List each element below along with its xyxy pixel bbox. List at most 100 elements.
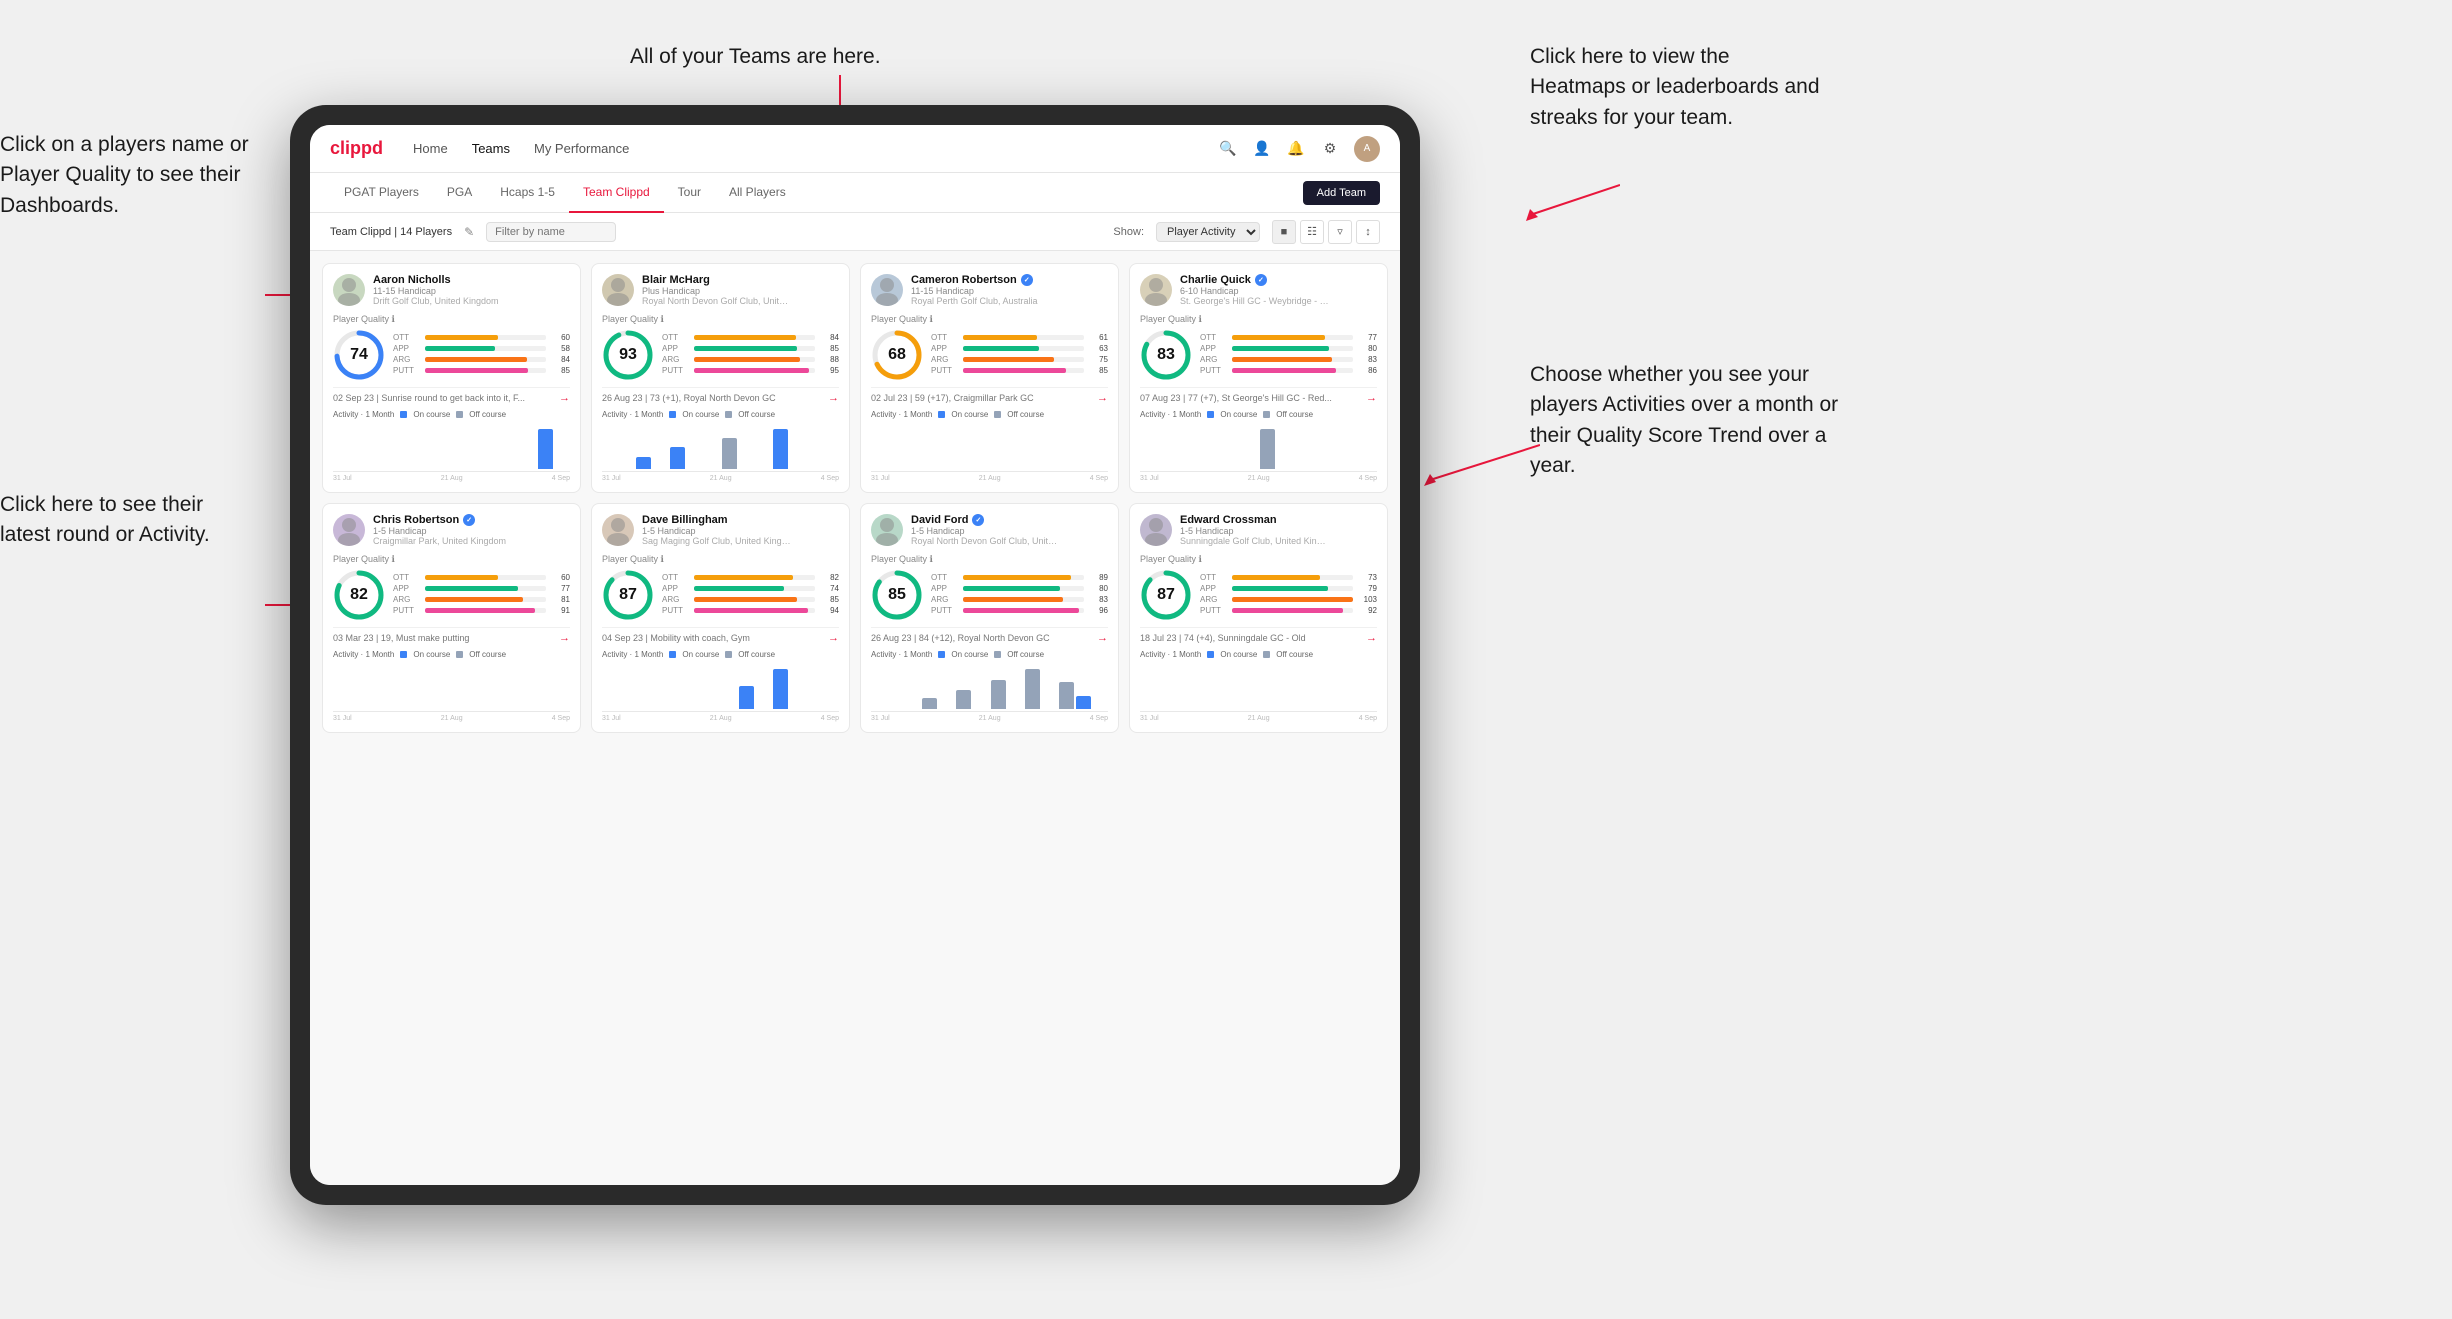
player-card[interactable]: Blair McHarg Plus Handicap Royal North D… [591,263,850,493]
quality-circle[interactable]: 68 [871,329,923,381]
player-name[interactable]: Aaron Nicholls [373,274,499,286]
player-header: Edward Crossman 1-5 Handicap Sunningdale… [1140,514,1377,546]
player-card[interactable]: Cameron Robertson ✓ 11-15 Handicap Royal… [860,263,1119,493]
chart-dates: 31 Jul21 Aug4 Sep [871,715,1108,722]
quality-section: 85 OTT 89 APP 80 ARG 83 PUTT 96 [871,569,1108,621]
stat-row: OTT 73 [1200,573,1377,582]
search-input[interactable] [486,222,616,242]
player-card[interactable]: Charlie Quick ✓ 6-10 Handicap St. George… [1129,263,1388,493]
quality-section: 68 OTT 61 APP 63 ARG 75 PUTT 85 [871,329,1108,381]
navbar: clippd Home Teams My Performance 🔍 👤 🔔 ⚙… [310,125,1400,173]
player-card[interactable]: Aaron Nicholls 11-15 Handicap Drift Golf… [322,263,581,493]
nav-icons: 🔍 👤 🔔 ⚙ A [1218,136,1380,162]
edit-icon[interactable]: ✎ [464,225,474,239]
avatar-icon[interactable]: A [1354,136,1380,162]
subnav-tabs: PGAT Players PGA Hcaps 1-5 Team Clippd T… [330,173,1303,213]
grid-view-icon[interactable]: ■ [1272,220,1296,244]
tab-tour[interactable]: Tour [664,173,715,213]
player-name[interactable]: David Ford ✓ [911,514,1061,526]
sort-icon[interactable]: ↕ [1356,220,1380,244]
stat-row: APP 85 [662,344,839,353]
player-card[interactable]: David Ford ✓ 1-5 Handicap Royal North De… [860,503,1119,733]
latest-round[interactable]: 03 Mar 23 | 19, Must make putting → [333,627,570,644]
quality-circle[interactable]: 87 [1140,569,1192,621]
player-name[interactable]: Chris Robertson ✓ [373,514,506,526]
nav-my-performance[interactable]: My Performance [534,141,629,156]
stat-row: APP 74 [662,584,839,593]
chart-dates: 31 Jul21 Aug4 Sep [333,475,570,482]
latest-round[interactable]: 02 Jul 23 | 59 (+17), Craigmillar Park G… [871,387,1108,404]
quality-section: 87 OTT 82 APP 74 ARG 85 PUTT 94 [602,569,839,621]
stat-row: APP 77 [393,584,570,593]
tab-pga[interactable]: PGA [433,173,486,213]
round-arrow-icon: → [1366,392,1377,404]
player-name[interactable]: Edward Crossman [1180,514,1330,526]
tab-hcaps[interactable]: Hcaps 1-5 [486,173,569,213]
quality-circle[interactable]: 85 [871,569,923,621]
latest-round[interactable]: 04 Sep 23 | Mobility with coach, Gym → [602,627,839,644]
quality-circle[interactable]: 87 [602,569,654,621]
player-header: Aaron Nicholls 11-15 Handicap Drift Golf… [333,274,570,306]
tab-all-players[interactable]: All Players [715,173,800,213]
player-card[interactable]: Edward Crossman 1-5 Handicap Sunningdale… [1129,503,1388,733]
quality-label: Player Quality ℹ [1140,314,1377,325]
round-arrow-icon: → [1366,632,1377,644]
annotation-activities: Choose whether you see your players Acti… [1530,360,1840,482]
latest-round[interactable]: 26 Aug 23 | 84 (+12), Royal North Devon … [871,627,1108,644]
activity-section: Activity · 1 Month On course Off course … [871,410,1108,482]
quality-circle[interactable]: 83 [1140,329,1192,381]
quality-circle[interactable]: 74 [333,329,385,381]
quality-label: Player Quality ℹ [333,554,570,565]
player-handicap: 1-5 Handicap [1180,526,1330,536]
latest-round[interactable]: 26 Aug 23 | 73 (+1), Royal North Devon G… [602,387,839,404]
player-name[interactable]: Blair McHarg [642,274,792,286]
verified-badge: ✓ [1255,274,1267,286]
player-club: Sunningdale Golf Club, United Kingdom [1180,536,1330,546]
player-name[interactable]: Dave Billingham [642,514,792,526]
activity-chart [1140,422,1377,472]
quality-section: 74 OTT 60 APP 58 ARG 84 PUTT 85 [333,329,570,381]
player-avatar [871,274,903,306]
stat-row: PUTT 95 [662,366,839,375]
quality-circle[interactable]: 93 [602,329,654,381]
player-club: Royal Perth Golf Club, Australia [911,296,1038,306]
quality-circle[interactable]: 82 [333,569,385,621]
nav-home[interactable]: Home [413,141,448,156]
quality-section: 83 OTT 77 APP 80 ARG 83 PUTT 86 [1140,329,1377,381]
player-name[interactable]: Charlie Quick ✓ [1180,274,1330,286]
stat-row: APP 63 [931,344,1108,353]
stat-row: PUTT 86 [1200,366,1377,375]
filter-icon[interactable]: ▿ [1328,220,1352,244]
latest-round[interactable]: 07 Aug 23 | 77 (+7), St George's Hill GC… [1140,387,1377,404]
chart-dates: 31 Jul21 Aug4 Sep [1140,475,1377,482]
player-header: Chris Robertson ✓ 1-5 Handicap Craigmill… [333,514,570,546]
tab-team-clippd[interactable]: Team Clippd [569,173,664,213]
tablet-frame: clippd Home Teams My Performance 🔍 👤 🔔 ⚙… [290,105,1420,1205]
nav-teams[interactable]: Teams [472,141,510,156]
round-arrow-icon: → [828,632,839,644]
bell-icon[interactable]: 🔔 [1286,139,1306,159]
tab-pgat[interactable]: PGAT Players [330,173,433,213]
user-icon[interactable]: 👤 [1252,139,1272,159]
stat-row: OTT 61 [931,333,1108,342]
player-name[interactable]: Cameron Robertson ✓ [911,274,1038,286]
quality-section: 87 OTT 73 APP 79 ARG 103 PUTT 9 [1140,569,1377,621]
settings-icon[interactable]: ⚙ [1320,139,1340,159]
add-team-button[interactable]: Add Team [1303,181,1380,205]
show-label: Show: [1113,226,1144,238]
stat-row: OTT 60 [393,573,570,582]
chart-dates: 31 Jul21 Aug4 Sep [602,475,839,482]
latest-round[interactable]: 02 Sep 23 | Sunrise round to get back in… [333,387,570,404]
player-card[interactable]: Chris Robertson ✓ 1-5 Handicap Craigmill… [322,503,581,733]
quality-label: Player Quality ℹ [333,314,570,325]
latest-round[interactable]: 18 Jul 23 | 74 (+4), Sunningdale GC - Ol… [1140,627,1377,644]
show-select[interactable]: Player Activity [1156,222,1260,242]
player-card[interactable]: Dave Billingham 1-5 Handicap Sag Maging … [591,503,850,733]
player-club: Royal North Devon Golf Club, United Ki..… [642,296,792,306]
player-handicap: 11-15 Handicap [911,286,1038,296]
subnav: PGAT Players PGA Hcaps 1-5 Team Clippd T… [310,173,1400,213]
list-view-icon[interactable]: ☷ [1300,220,1324,244]
chart-dates: 31 Jul21 Aug4 Sep [602,715,839,722]
nav-links: Home Teams My Performance [413,141,1218,156]
search-icon[interactable]: 🔍 [1218,139,1238,159]
